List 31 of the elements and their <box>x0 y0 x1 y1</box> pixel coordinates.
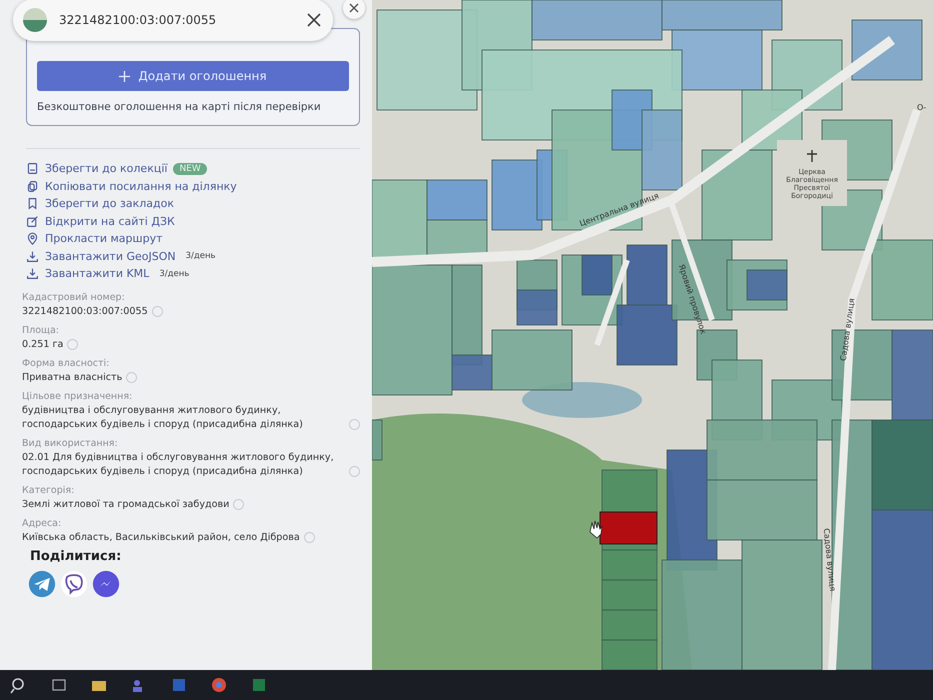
action-link[interactable]: Відкрити на сайті ДЗК <box>45 214 175 228</box>
action-link[interactable]: Завантажити GeoJSON <box>45 250 176 263</box>
limit-label: 3/день <box>159 268 190 279</box>
action-link[interactable]: Завантажити KML <box>45 267 150 280</box>
action-link[interactable]: Прокласти маршрут <box>45 232 162 246</box>
field-value: 3221482100:03:007:0055 <box>22 304 148 318</box>
field-label: Вид використання: <box>22 438 119 448</box>
add-listing-button[interactable]: Додати оголошення <box>37 61 349 91</box>
action-link[interactable]: Зберегти до закладок <box>45 197 174 210</box>
field-label: Адреса: <box>22 518 62 528</box>
field-label: Кадастровий номер: <box>22 292 126 302</box>
field-label: Форма власності: <box>22 358 110 368</box>
field-label: Категорія: <box>22 484 76 496</box>
new-badge: NEW <box>173 162 207 175</box>
action-link[interactable]: Копіювати посилання на ділянку <box>45 180 237 193</box>
share-heading: Поділитися: <box>30 548 122 564</box>
field-value: 0.251 га <box>22 338 64 352</box>
limit-label: 3/день <box>186 251 216 262</box>
field-value: Приватна власність <box>22 370 122 384</box>
field-value: Землі житлової та громадської забудови <box>22 498 230 512</box>
field-label: Цільове призначення: <box>22 390 134 402</box>
action-link[interactable]: Зберегти до колекції <box>45 162 168 176</box>
field-value: 02.01 Для будівництва і обслуговування житлового будинку, господарських будівель і споруд (присадибна ділянка) <box>22 450 335 478</box>
field-label: Площа: <box>22 324 60 336</box>
listing-note: Безкоштовне оголошення на карті після перевірки <box>37 101 322 113</box>
field-value: будівництва і обслуговування житлового будинку, господарських будівель і споруд (присадибна ділянка) <box>22 404 304 432</box>
search-field[interactable]: 3221482100:03:007:0055 <box>13 0 333 41</box>
road-label: О- <box>917 103 926 112</box>
street-label: Садова вулиця <box>822 528 838 592</box>
street-label: Садова вулиця <box>838 298 856 362</box>
field-value: Київська область, Васильківський район, село Діброва <box>22 530 300 544</box>
